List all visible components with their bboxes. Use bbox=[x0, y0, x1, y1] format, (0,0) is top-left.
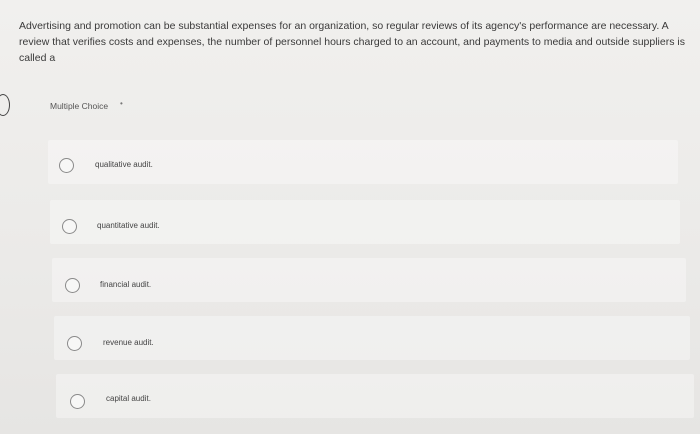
radio-button-icon[interactable] bbox=[59, 158, 74, 173]
answer-option-4[interactable]: revenue audit. bbox=[54, 316, 690, 360]
radio-button-icon[interactable] bbox=[67, 336, 82, 351]
answer-option-label: quantitative audit. bbox=[97, 221, 160, 230]
answer-option-label: revenue audit. bbox=[103, 338, 154, 347]
answer-option-2[interactable]: quantitative audit. bbox=[50, 200, 680, 244]
radio-button-icon[interactable] bbox=[62, 219, 77, 234]
answer-option-5[interactable]: capital audit. bbox=[56, 374, 694, 418]
answer-options: qualitative audit. quantitative audit. f… bbox=[0, 0, 700, 434]
radio-button-icon[interactable] bbox=[70, 394, 85, 409]
answer-option-label: capital audit. bbox=[106, 394, 151, 403]
answer-option-label: qualitative audit. bbox=[95, 160, 153, 169]
radio-button-icon[interactable] bbox=[65, 278, 80, 293]
answer-option-3[interactable]: financial audit. bbox=[52, 258, 686, 302]
answer-option-1[interactable]: qualitative audit. bbox=[48, 140, 678, 184]
answer-option-label: financial audit. bbox=[100, 280, 152, 289]
quiz-page: Advertising and promotion can be substan… bbox=[0, 0, 700, 434]
